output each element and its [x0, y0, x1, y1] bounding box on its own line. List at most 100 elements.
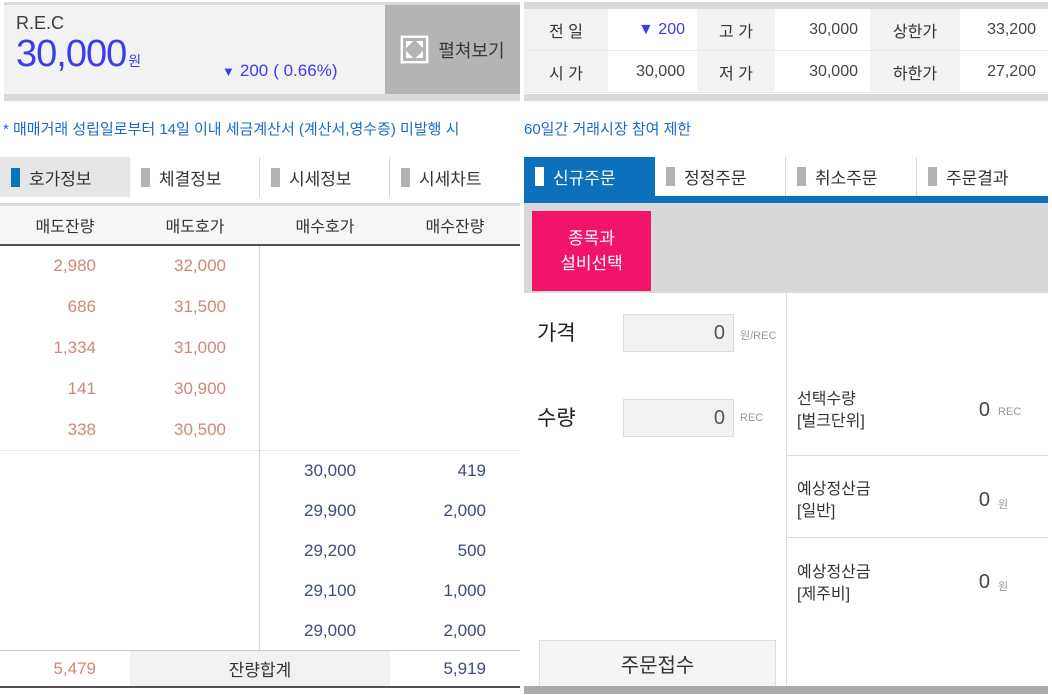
tab-marker-icon — [797, 167, 806, 186]
tab-order-result[interactable]: 주문결과 — [917, 157, 1048, 196]
price-value: 30,000 — [16, 33, 127, 75]
tab-cancel-order[interactable]: 취소주문 — [786, 157, 917, 196]
ask-row[interactable]: 141 30,900 — [0, 368, 520, 409]
submit-order-button[interactable]: 주문접수 — [539, 640, 776, 687]
ask-qty: 686 — [67, 297, 96, 317]
down-arrow-icon: ▼ — [222, 63, 235, 79]
daily-summary-table: 전 일 ▼ 200 고 가 30,000 상한가 33,200 시 가 30,0… — [524, 2, 1048, 93]
bid-row[interactable]: 29,900 2,000 — [0, 491, 520, 531]
tab-market-chart[interactable]: 시세차트 — [390, 157, 520, 197]
select-item-facility-button[interactable]: 종목과 설비선택 — [532, 211, 651, 291]
bid-row[interactable]: 29,100 1,000 — [0, 571, 520, 611]
bid-price: 29,000 — [304, 621, 356, 640]
summary-label: 저 가 — [697, 51, 775, 93]
col-header-ask-qty: 매도잔량 — [35, 219, 95, 236]
tab-marker-icon — [141, 167, 150, 187]
ask-row[interactable]: 338 30,500 — [0, 409, 520, 450]
tab-label: 시세차트 — [419, 169, 482, 189]
tab-label: 시세정보 — [289, 169, 352, 189]
expand-button-label: 펼쳐보기 — [438, 40, 505, 61]
bid-price: 29,100 — [304, 581, 356, 600]
bid-qty: 500 — [457, 541, 486, 560]
price-change: ▼ 200 ( 0.66%) — [222, 61, 338, 81]
col-header-ask-price: 매도호가 — [165, 219, 225, 236]
selected-qty-value: 0 — [978, 399, 990, 421]
ask-row[interactable]: 1,334 31,000 — [0, 328, 520, 369]
qty-label: 수량 — [537, 407, 576, 430]
est-settlement-jeju-value: 0 — [978, 571, 990, 593]
tax-notice: * 매매거래 성립일로부터 14일 이내 세금계산서 (계산서,영수증) 미발행… — [3, 121, 460, 138]
divider-strip — [524, 94, 1048, 101]
est-settlement-jeju-unit: 원 — [998, 581, 1009, 593]
ask-qty: 338 — [67, 419, 96, 439]
tab-marker-icon — [666, 167, 675, 186]
price-label: 가격 — [537, 322, 576, 345]
tab-marker-icon — [11, 167, 20, 187]
current-price: 30,000 원 — [16, 33, 141, 76]
tab-hoga-info[interactable]: 호가정보 — [0, 157, 130, 197]
est-settlement-general-label: 예상정산금 [일반] — [797, 481, 871, 520]
summary-label: 시 가 — [524, 51, 608, 93]
tab-modify-order[interactable]: 정정주문 — [655, 157, 786, 196]
summary-label: 하한가 — [870, 51, 960, 93]
orderbook-header: 매도잔량 매도호가 매수호가 매수잔량 — [0, 206, 520, 246]
ask-price: 31,000 — [174, 337, 226, 357]
qty-input[interactable]: 0 — [623, 399, 734, 437]
select-button-line2: 설비선택 — [560, 254, 623, 273]
summary-value-lower-limit: 27,200 — [960, 51, 1048, 93]
orderbook-total-row: 5,479 잔량합계 5,919 — [0, 650, 520, 688]
summary-value-high: 30,000 — [775, 9, 870, 51]
change-percent: ( 0.66%) — [273, 61, 338, 80]
bid-qty: 2,000 — [443, 621, 486, 640]
bid-rows: 30,000 419 29,900 2,000 29,200 500 29,10… — [0, 450, 520, 651]
tab-marker-icon — [928, 167, 937, 186]
ask-qty: 2,980 — [53, 256, 96, 276]
est-settlement-jeju-label: 예상정산금 [제주비] — [797, 564, 871, 603]
divider-strip — [4, 94, 520, 101]
bid-qty: 2,000 — [443, 501, 486, 520]
bid-qty: 1,000 — [443, 581, 486, 600]
tab-label: 취소주문 — [815, 169, 878, 188]
instrument-name: R.E.C — [16, 13, 65, 33]
order-tabs: 신규주문 정정주문 취소주문 주문결과 — [524, 157, 1048, 196]
horizontal-scrollbar[interactable] — [524, 686, 1048, 694]
total-label: 잔량합계 — [130, 651, 390, 686]
ask-qty: 1,334 — [53, 337, 96, 357]
bid-row[interactable]: 29,200 500 — [0, 531, 520, 571]
form-vertical-divider — [786, 293, 787, 686]
tab-new-order[interactable]: 신규주문 — [524, 157, 655, 196]
tab-marker-icon — [535, 167, 544, 186]
ask-price: 32,000 — [174, 256, 226, 276]
restriction-notice: 60일간 거래시장 참여 제한 — [524, 121, 692, 138]
ask-row[interactable]: 2,980 32,000 — [0, 246, 520, 287]
tab-market-info[interactable]: 시세정보 — [260, 157, 390, 197]
tab-trade-info[interactable]: 체결정보 — [130, 157, 260, 197]
ask-rows: 2,980 32,000 686 31,500 1,334 31,000 141… — [0, 246, 520, 450]
active-tab-strip — [524, 196, 1048, 203]
price-unit: 원 — [128, 53, 142, 69]
summary-value-prev-change: ▼ 200 — [608, 9, 697, 51]
summary-label: 전 일 — [524, 9, 608, 51]
qty-input-unit: REC — [740, 412, 764, 424]
price-input[interactable]: 0 — [623, 314, 734, 352]
selected-qty-label: 선택수량 [벌크단위] — [797, 391, 865, 430]
tab-marker-icon — [271, 167, 280, 187]
ask-row[interactable]: 686 31,500 — [0, 287, 520, 328]
selected-qty-unit: REC — [998, 406, 1022, 418]
summary-value-upper-limit: 33,200 — [960, 9, 1048, 51]
ask-price: 30,500 — [174, 419, 226, 439]
ask-qty: 141 — [67, 378, 96, 398]
expand-button[interactable]: 펼쳐보기 — [385, 5, 520, 94]
price-input-unit: 원/REC — [740, 330, 777, 342]
col-header-bid-qty: 매수잔량 — [425, 219, 485, 236]
bid-row[interactable]: 30,000 419 — [0, 451, 520, 491]
orderbook-center-divider — [259, 246, 260, 650]
ask-price: 30,900 — [174, 378, 226, 398]
change-value: 200 — [239, 61, 269, 80]
rec-trading-screen: R.E.C 30,000 원 ▼ 200 ( 0.66%) 펼쳐보기 전 일 ▼… — [0, 0, 1052, 695]
bid-row[interactable]: 29,000 2,000 — [0, 611, 520, 651]
info-divider — [787, 537, 1048, 538]
summary-value-low: 30,000 — [775, 51, 870, 93]
summary-label: 고 가 — [697, 9, 775, 51]
bid-qty: 419 — [457, 461, 486, 480]
